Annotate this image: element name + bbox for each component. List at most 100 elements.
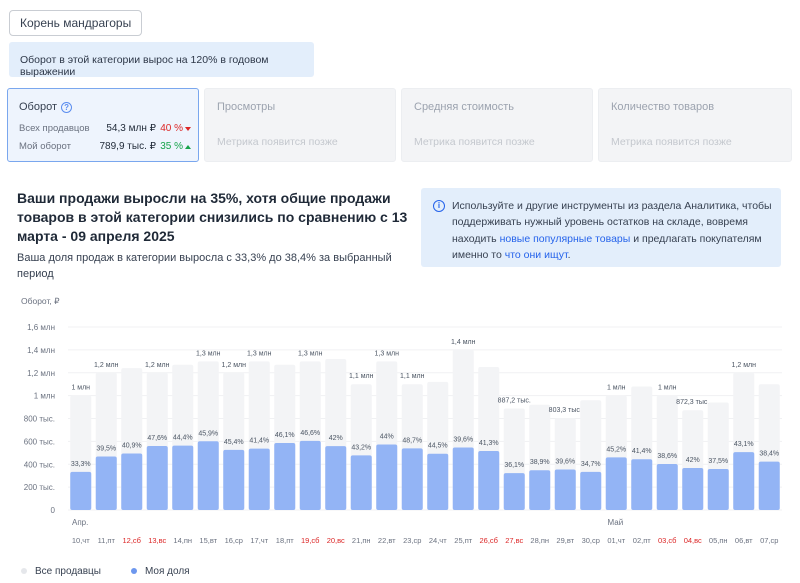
x-tick-label: 30,ср (582, 536, 600, 545)
x-tick-label: 10,чт (72, 536, 90, 545)
my-turnover-change-text: 35 % (160, 141, 183, 152)
bar-my-share (248, 448, 270, 510)
search-queries-link[interactable]: что они ищут (505, 249, 568, 261)
x-tick-label: 22,вт (378, 536, 396, 545)
data-label-my-share: 40,9% (122, 442, 142, 449)
y-tick-label: 600 тыс. (24, 437, 55, 446)
data-label-my-share: 45,4% (224, 439, 244, 446)
x-tick-label: 21,пн (352, 536, 371, 545)
question-icon[interactable]: ? (61, 101, 73, 113)
popular-items-link[interactable]: новые популярные товары (500, 233, 631, 245)
avg-cost-placeholder: Метрика появится позже (414, 136, 535, 148)
x-tick-label: 07,ср (760, 536, 778, 545)
x-tick-label: 27,вс (505, 536, 523, 545)
x-tick-label: 02,пт (633, 536, 651, 545)
data-label-all-sellers: 1,2 млн (732, 362, 757, 369)
data-label-my-share: 44% (380, 433, 394, 440)
x-tick-label: 06,вт (735, 536, 753, 545)
x-tick-label: 16,ср (225, 536, 243, 545)
y-tick-label: 1,2 млн (27, 369, 55, 378)
y-tick-label: 400 тыс. (24, 460, 55, 469)
all-sellers-value: 54,3 млн ₽ (106, 123, 156, 134)
metric-title-turnover: Оборот ? (19, 101, 73, 113)
data-label-all-sellers: 1,2 млн (94, 362, 119, 369)
category-button[interactable]: Корень мандрагоры (9, 10, 143, 36)
x-tick-label: 23,ср (403, 536, 421, 545)
bar-my-share (682, 468, 704, 510)
data-label-all-sellers: 1,2 млн (145, 362, 170, 369)
bar-my-share (427, 453, 449, 510)
data-label-all-sellers: 1 млн (658, 385, 677, 392)
my-turnover-label: Мой оборот (19, 141, 71, 152)
bar-my-share (478, 450, 500, 510)
x-tick-label: 13,вс (148, 536, 166, 545)
bar-my-share (758, 461, 780, 510)
items-count-placeholder: Метрика появится позже (611, 136, 732, 148)
y-tick-label: 800 тыс. (24, 415, 55, 424)
data-label-my-share: 38,6% (657, 453, 677, 460)
bar-my-share (223, 449, 245, 510)
items-count-title: Количество товаров (611, 101, 715, 113)
metric-card-turnover[interactable]: Оборот ? Всех продавцов 54,3 млн ₽ 40 % … (7, 88, 199, 162)
legend-all-sellers[interactable]: Все продавцы (21, 566, 101, 577)
data-label-my-share: 38,4% (759, 451, 779, 458)
month-label: Апр. (72, 518, 88, 527)
x-tick-label: 29,вт (556, 536, 574, 545)
bar-my-share (529, 470, 551, 510)
bar-my-share (452, 447, 474, 510)
data-label-my-share: 47,6% (147, 435, 167, 442)
data-label-my-share: 45,2% (606, 446, 626, 453)
data-label-my-share: 36,1% (504, 462, 524, 469)
data-label-my-share: 46,1% (275, 432, 295, 439)
arrow-up-icon (185, 144, 191, 149)
data-label-my-share: 41,3% (479, 440, 499, 447)
x-tick-label: 24,чт (429, 536, 447, 545)
data-label-my-share: 37,5% (708, 458, 728, 465)
info-icon: i (433, 200, 445, 212)
x-tick-label: 19,сб (301, 536, 319, 545)
legend-my-share-label: Моя доля (144, 565, 190, 577)
chart-legend: Все продавцы Моя доля (21, 564, 220, 578)
data-label-my-share: 39,5% (96, 445, 116, 452)
my-turnover-change: 35 % (160, 141, 191, 152)
bar-my-share (299, 440, 321, 510)
x-tick-label: 17,чт (250, 536, 268, 545)
bar-my-share (325, 446, 347, 510)
share-subline: Ваша доля продаж в категории выросла с 3… (17, 252, 392, 280)
y-axis-title: Оборот, ₽ (21, 296, 60, 306)
x-tick-label: 28,пн (530, 536, 549, 545)
data-label-all-sellers: 1,1 млн (400, 373, 425, 380)
data-label-all-sellers: 1 млн (71, 385, 90, 392)
bar-my-share (733, 452, 755, 510)
avg-cost-title: Средняя стоимость (414, 101, 515, 113)
data-label-my-share: 43,1% (734, 441, 754, 448)
data-label-all-sellers: 1,3 млн (196, 350, 221, 357)
data-label-my-share: 46,6% (300, 430, 320, 437)
data-label-my-share: 44,4% (173, 435, 193, 442)
bar-my-share (95, 456, 117, 510)
data-label-my-share: 41,4% (632, 448, 652, 455)
x-tick-label: 20,вс (327, 536, 345, 545)
metric-card-items-count[interactable]: Количество товаров Метрика появится позж… (598, 88, 792, 162)
tip-text: Используйте и другие инструменты из разд… (452, 198, 774, 263)
data-label-my-share: 44,5% (428, 443, 448, 450)
data-label-my-share: 34,7% (581, 461, 601, 468)
bar-my-share (707, 468, 729, 510)
bar-my-share (197, 441, 219, 510)
turnover-chart: Оборот, ₽ 0 200 тыс. 400 тыс. 600 тыс. 800 ты… (21, 296, 782, 545)
data-label-my-share: 43,2% (351, 444, 371, 451)
banner-text: Оборот в этой категории вырос на 120% в … (20, 54, 269, 78)
info-banner: Оборот в этой категории вырос на 120% в … (9, 42, 314, 78)
bar-my-share (121, 453, 143, 510)
bar-my-share (554, 469, 576, 510)
y-tick-label: 1 млн (34, 392, 55, 401)
y-tick-label: 1,6 млн (27, 323, 55, 332)
arrow-down-icon (185, 126, 191, 131)
legend-all-sellers-dot (21, 568, 27, 574)
data-label-all-sellers: 887,2 тыс. (498, 398, 531, 405)
legend-my-share[interactable]: Моя доля (130, 565, 190, 577)
bar-my-share (401, 448, 423, 510)
metric-card-avg-cost[interactable]: Средняя стоимость Метрика появится позже (401, 88, 593, 162)
bar-my-share (70, 471, 92, 510)
metric-card-views[interactable]: Просмотры Метрика появится позже (204, 88, 396, 162)
